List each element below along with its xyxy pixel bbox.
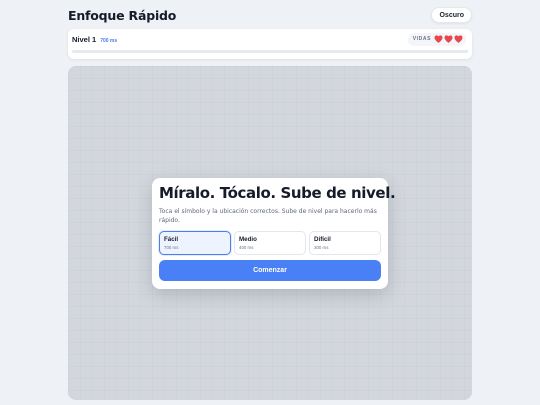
difficulty-option-medium[interactable]: Medio 400 ms — [234, 231, 306, 255]
level-speed: 700 ms — [100, 37, 118, 44]
lives-indicator: VIDAS — [407, 32, 466, 46]
difficulty-speed: 300 ms — [314, 245, 329, 250]
difficulty-selector: Fácil 700 ms Medio 400 ms Difícil 300 ms — [159, 231, 381, 255]
start-modal: Míralo. Tócalo. Sube de nivel. Toca el s… — [152, 178, 396, 289]
difficulty-option-hard[interactable]: Difícil 300 ms — [309, 231, 381, 255]
level-label: Nivel 1 — [72, 34, 97, 44]
heart-icon — [444, 35, 453, 43]
theme-toggle-button[interactable]: Oscuro — [431, 7, 472, 23]
difficulty-speed: 700 ms — [164, 245, 179, 250]
difficulty-name: Difícil — [314, 236, 331, 243]
difficulty-name: Medio — [239, 236, 257, 243]
heart-icon — [434, 35, 443, 43]
level-progress-bar — [72, 50, 468, 53]
modal-title: Míralo. Tócalo. Sube de nivel. — [159, 184, 396, 202]
heart-icon — [454, 35, 463, 43]
start-button[interactable]: Comenzar — [159, 260, 381, 281]
difficulty-option-easy[interactable]: Fácil 700 ms — [159, 231, 231, 255]
lives-label: VIDAS — [412, 36, 431, 42]
app-header: Enfoque Rápido Oscuro — [68, 6, 472, 24]
hearts-container — [434, 35, 463, 43]
app-title: Enfoque Rápido — [68, 7, 177, 23]
difficulty-speed: 400 ms — [239, 245, 254, 250]
level-indicator: Nivel 1 700 ms — [72, 35, 117, 44]
difficulty-name: Fácil — [164, 236, 179, 243]
status-row: Nivel 1 700 ms VIDAS — [72, 32, 466, 46]
status-bar: Nivel 1 700 ms VIDAS — [68, 29, 472, 59]
modal-subtitle: Toca el símbolo y la ubicación correctos… — [159, 208, 377, 224]
